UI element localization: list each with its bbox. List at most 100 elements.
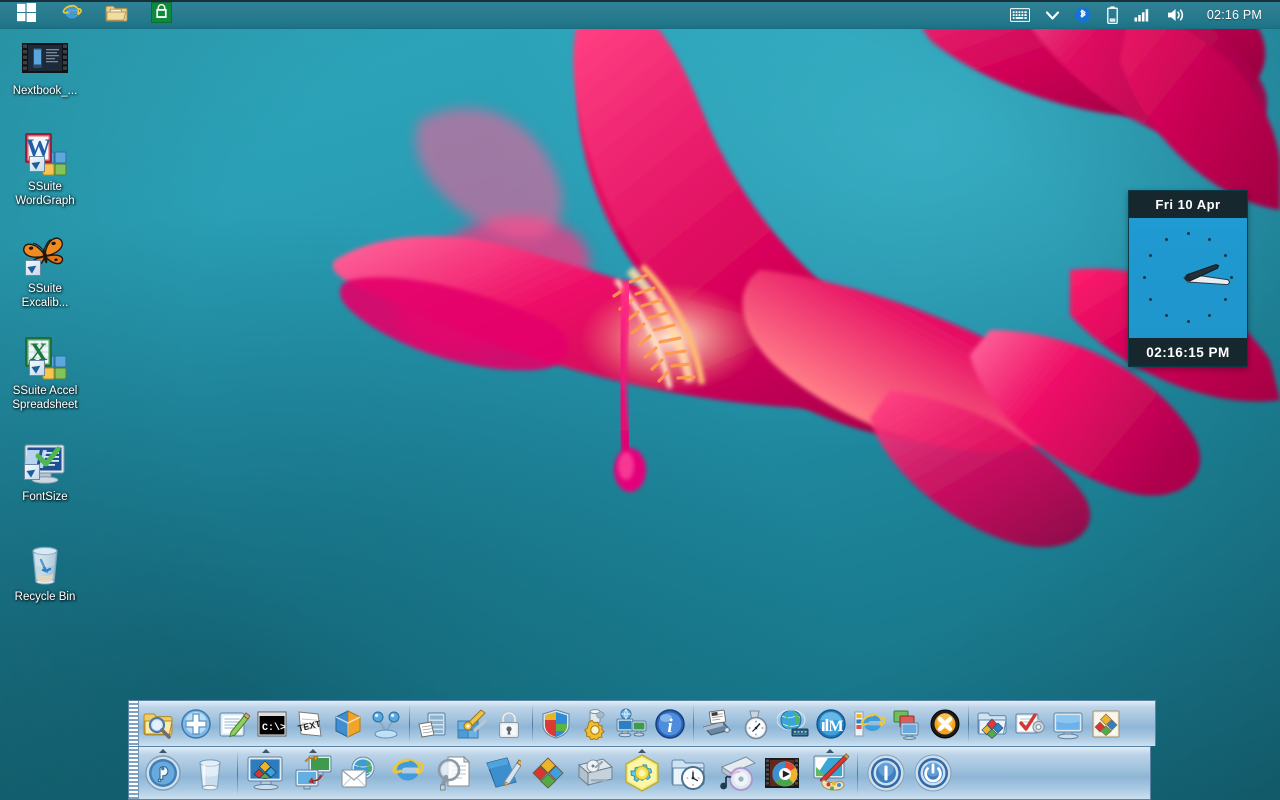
desktop-icon-ssuite-excalibur[interactable]: SSuite Excalib... — [7, 232, 83, 310]
dock-separator — [857, 750, 858, 796]
shortcut-overlay-icon — [24, 464, 40, 480]
dock-row-top: C:\> TEXT — [128, 700, 1156, 746]
dock-monitor-m[interactable]: M — [812, 701, 850, 746]
close-x-icon — [929, 708, 961, 740]
dock-globe-network[interactable] — [774, 701, 812, 746]
clock-gadget[interactable]: Fri 10 Apr 02 — [1128, 190, 1248, 367]
desktop-icon-label: Nextbook_... — [7, 84, 83, 98]
wordgraph-w-icon: W — [21, 130, 69, 178]
desktop-wallpaper[interactable] — [0, 0, 1280, 800]
dock-themes[interactable] — [1087, 701, 1125, 746]
dock-display[interactable] — [1049, 701, 1087, 746]
clock-gadget-face — [1129, 218, 1247, 338]
dock-security-lock[interactable] — [490, 701, 528, 746]
network-nodes-icon — [370, 708, 402, 740]
dock-text-file[interactable]: TEXT — [291, 701, 329, 746]
svg-text:M: M — [828, 718, 843, 735]
hard-drive-icon — [575, 753, 615, 793]
dock-notebook[interactable] — [477, 747, 524, 799]
dock-find-files[interactable] — [430, 747, 477, 799]
monitor-fontsize-icon — [21, 440, 69, 488]
desktop-icon-label: SSuite Excalib... — [7, 282, 83, 310]
internet-explorer-icon — [61, 2, 83, 29]
dock-items-bottom — [139, 747, 956, 799]
dock-separator — [532, 704, 533, 743]
dock-fax-printer[interactable] — [414, 701, 452, 746]
dock-windows-switch[interactable] — [888, 701, 926, 746]
dock-hard-drive[interactable] — [571, 747, 618, 799]
dock-mail[interactable] — [336, 747, 383, 799]
start-button[interactable] — [4, 2, 49, 29]
dock-timer[interactable] — [736, 701, 774, 746]
dock-settings-check[interactable] — [1011, 701, 1049, 746]
shortcut-overlay-icon — [25, 260, 41, 276]
folder-clock-icon — [669, 753, 709, 793]
dock-services[interactable] — [575, 701, 613, 746]
dock-add-new[interactable] — [177, 701, 215, 746]
dock-media-player[interactable] — [759, 747, 806, 799]
taskbar-clock[interactable]: 02:16 PM — [1193, 8, 1272, 22]
restart-power-icon — [866, 753, 906, 793]
dock-close-x[interactable] — [926, 701, 964, 746]
dock-internet-explorer[interactable] — [850, 701, 888, 746]
dock-key-login[interactable] — [139, 747, 186, 799]
dock-music-cd[interactable] — [712, 747, 759, 799]
dock-grip-handle-bottom[interactable] — [129, 747, 139, 799]
desktop-icon-ssuite-wordgraph[interactable]: W SSuite WordGraph — [7, 130, 83, 208]
spreadsheet-x-icon: X — [21, 334, 69, 382]
dock-shutdown[interactable] — [909, 747, 956, 799]
file-explorer-button[interactable] — [94, 2, 139, 29]
battery-tray-icon[interactable] — [1099, 2, 1126, 29]
recycle-bin-icon — [21, 540, 69, 588]
svg-text:C:\>: C:\> — [262, 722, 286, 734]
dock-recycle-bin[interactable] — [186, 747, 233, 799]
store-button[interactable] — [139, 2, 184, 29]
music-cd-icon — [716, 753, 756, 793]
volume-tray-icon[interactable] — [1159, 2, 1193, 29]
internet-explorer-button[interactable] — [49, 2, 94, 29]
desktop-icon-fontsize[interactable]: FontSize — [7, 440, 83, 504]
desktop-icon-label: SSuite Accel Spreadsheet — [7, 384, 83, 412]
show-hidden-icons-button[interactable] — [1038, 2, 1067, 29]
desktop-icon-label: SSuite WordGraph — [7, 180, 83, 208]
monitor-m-icon: M — [815, 708, 847, 740]
dock-separator — [409, 704, 410, 743]
keyboard-tray-icon[interactable] — [1002, 2, 1038, 29]
dock-separator — [693, 704, 694, 743]
desktop-icon-recycle-bin[interactable]: Recycle Bin — [7, 540, 83, 604]
dock-paint[interactable] — [806, 747, 853, 799]
bluetooth-tray-icon[interactable] — [1067, 2, 1099, 29]
dock-recent-items[interactable] — [665, 747, 712, 799]
plus-add-icon — [180, 708, 212, 740]
network-tray-icon[interactable] — [1126, 2, 1159, 29]
desktop-icon-ssuite-accel-spreadsheet[interactable]: X SSuite Accel Spreadsheet — [7, 334, 83, 412]
dock-package[interactable] — [329, 701, 367, 746]
dock-notepad[interactable] — [215, 701, 253, 746]
padlock-icon — [493, 708, 525, 740]
internet-explorer-icon — [853, 708, 885, 740]
dock-start-menu[interactable] — [524, 747, 571, 799]
dock-my-computer[interactable] — [242, 747, 289, 799]
dock-command-prompt[interactable]: C:\> — [253, 701, 291, 746]
dock-network-nodes[interactable] — [367, 701, 405, 746]
dock-grip-handle-top[interactable] — [129, 701, 139, 746]
dock-programs-folder[interactable] — [973, 701, 1011, 746]
display-monitor-icon — [1052, 708, 1084, 740]
dock-security-center[interactable] — [537, 701, 575, 746]
clock-hands — [1129, 218, 1249, 338]
mail-globe-icon — [340, 753, 380, 793]
shortcut-overlay-icon — [29, 360, 45, 376]
dock-ie-browser[interactable] — [383, 747, 430, 799]
gear-check-icon — [1014, 708, 1046, 740]
dock-system-info[interactable]: i — [651, 701, 689, 746]
dock-control-panel[interactable] — [618, 747, 665, 799]
desktop-icon-nextbook[interactable]: Nextbook_... — [7, 34, 83, 98]
dock-switch-user[interactable] — [289, 747, 336, 799]
dock-search-folder[interactable] — [139, 701, 177, 746]
hex-gear-icon — [622, 753, 662, 793]
dock-restart[interactable] — [862, 747, 909, 799]
dock-scanner[interactable] — [698, 701, 736, 746]
dock-network-computers[interactable] — [613, 701, 651, 746]
window-switch-icon — [891, 708, 923, 740]
dock-tools-key[interactable] — [452, 701, 490, 746]
